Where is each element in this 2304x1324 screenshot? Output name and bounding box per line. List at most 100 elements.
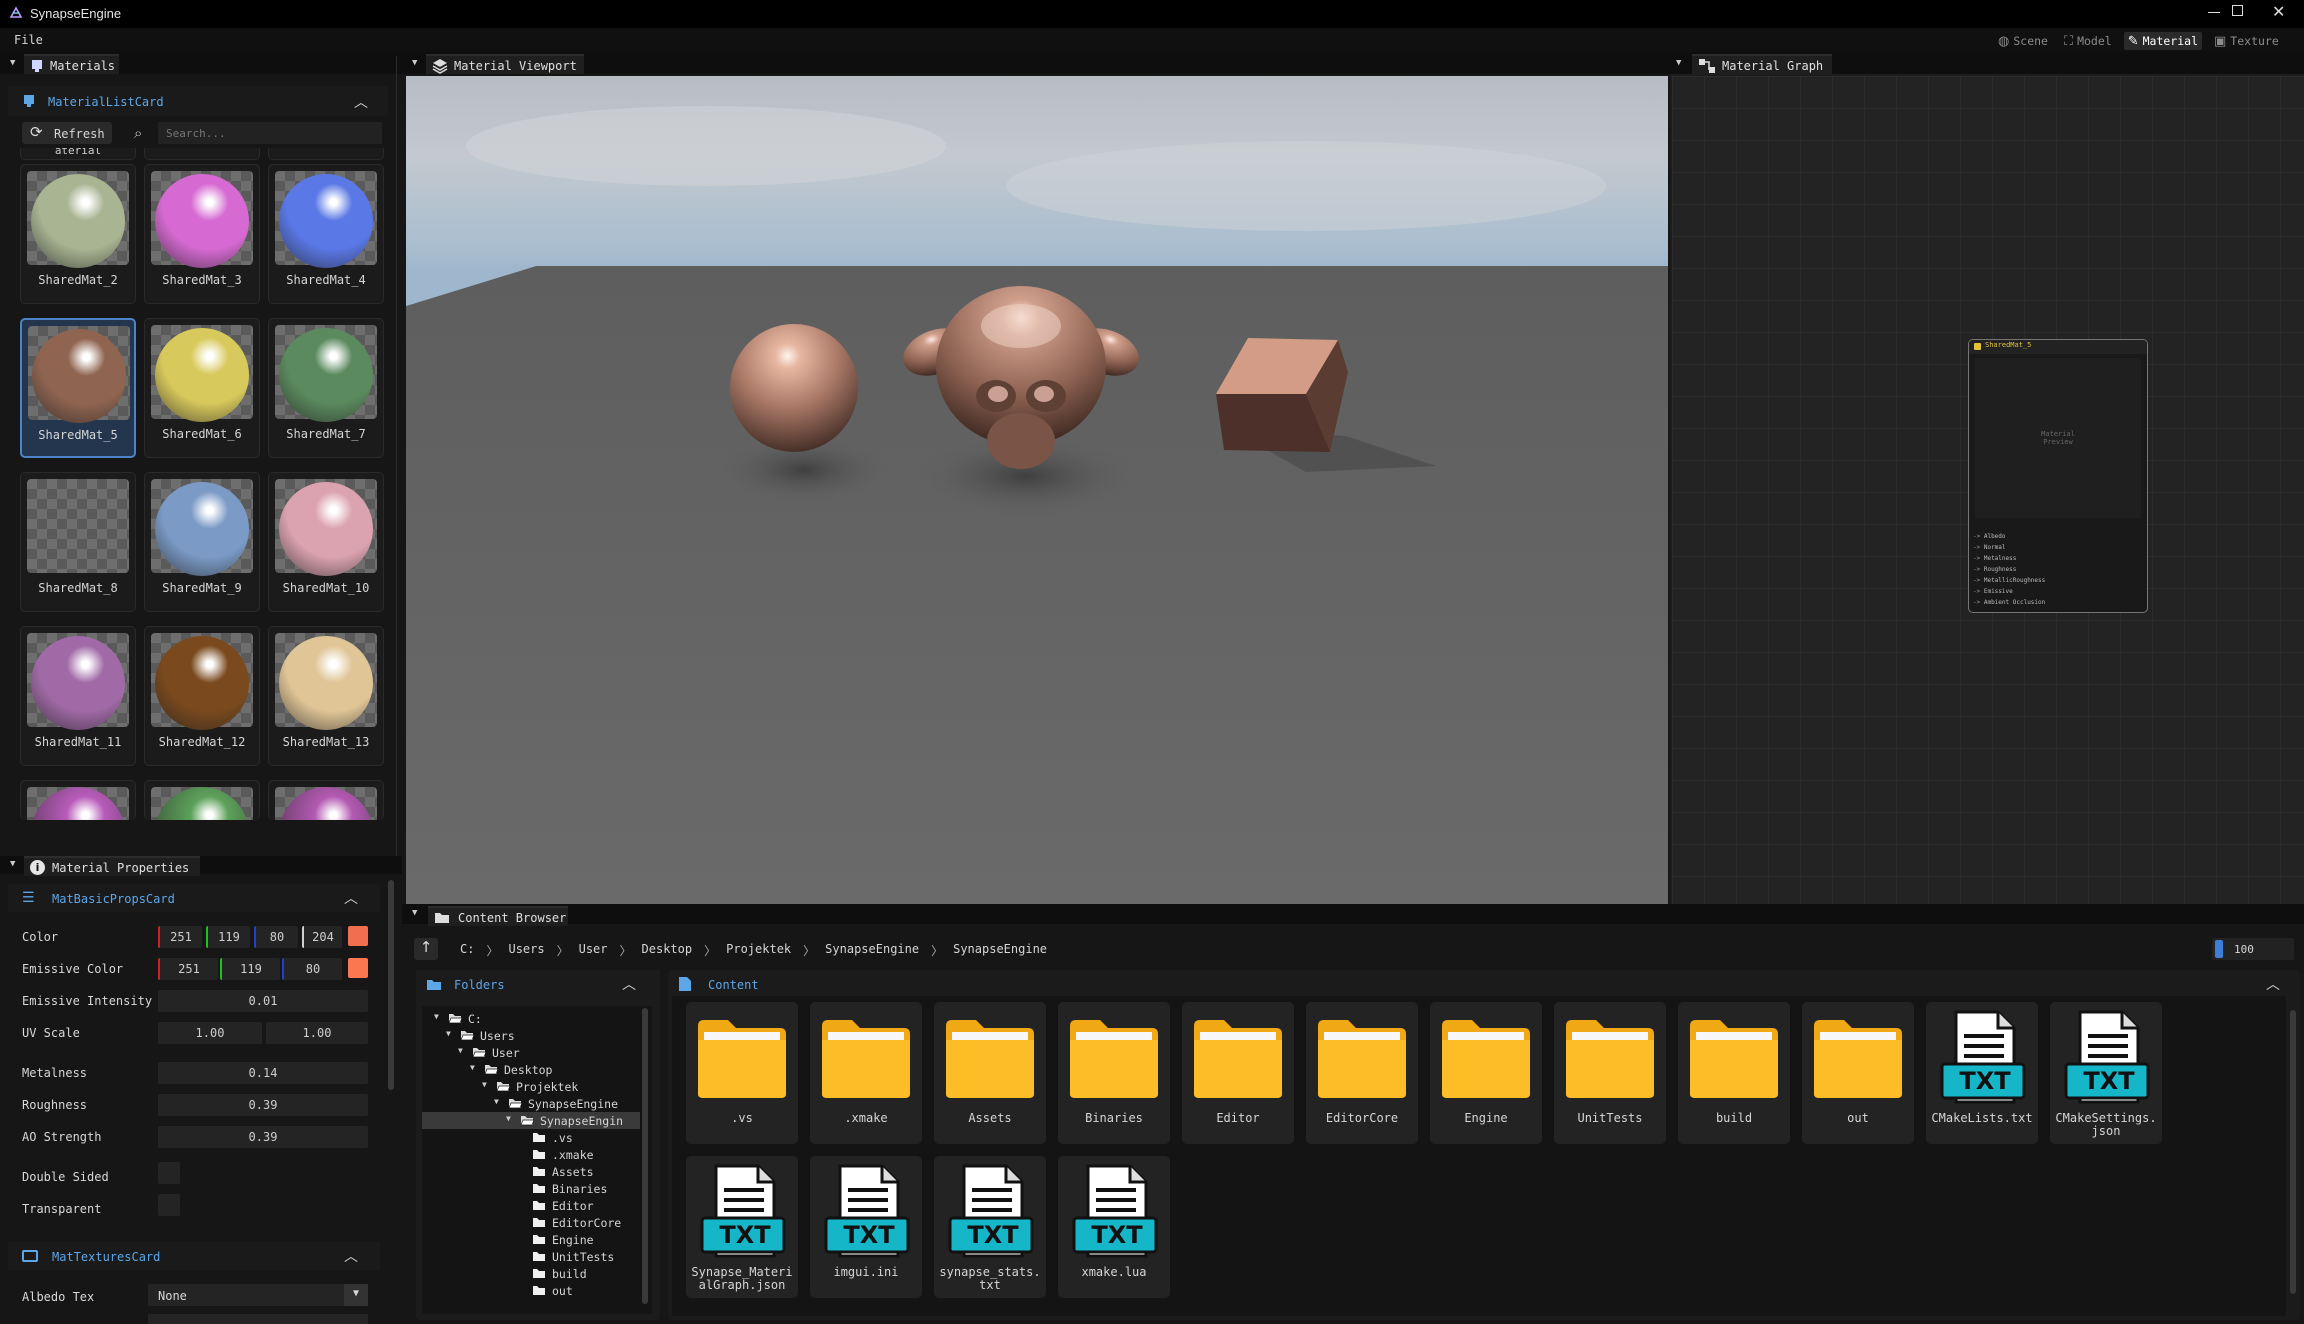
- mode-tab-texture[interactable]: ▣ Texture: [2210, 32, 2283, 50]
- content-folder-item[interactable]: EditorCore: [1306, 1002, 1418, 1144]
- color-r-field[interactable]: 251: [158, 926, 202, 948]
- chevron-up-icon[interactable]: ︿: [354, 92, 368, 112]
- tree-expand-icon[interactable]: ▼: [506, 1114, 511, 1123]
- maximize-button[interactable]: [2232, 5, 2246, 19]
- uv-scale-v-field[interactable]: 1.00: [266, 1022, 368, 1044]
- folder-tree-item[interactable]: ▼ Projektek: [422, 1078, 640, 1095]
- breadcrumb-item[interactable]: User: [569, 942, 620, 960]
- content-folder-item[interactable]: .xmake: [810, 1002, 922, 1144]
- chevron-up-icon[interactable]: ︿: [622, 974, 636, 994]
- breadcrumb-item[interactable]: C:: [450, 942, 486, 960]
- folder-tree-item[interactable]: build: [422, 1265, 640, 1282]
- content-folder-item[interactable]: .vs: [686, 1002, 798, 1144]
- material-tile[interactable]: SharedMat_7: [268, 318, 384, 458]
- content-file-item[interactable]: TXT CMakeLists.txt: [1926, 1002, 2038, 1144]
- material-search-input[interactable]: [158, 122, 382, 144]
- folder-tree-item[interactable]: ▼ User: [422, 1044, 640, 1061]
- chevron-up-icon[interactable]: ︿: [2266, 974, 2280, 994]
- folder-tree-item[interactable]: ▼ Desktop: [422, 1061, 640, 1078]
- folder-tree-item[interactable]: Binaries: [422, 1180, 640, 1197]
- material-tile[interactable]: SharedMat_5: [20, 318, 136, 458]
- chevron-up-icon[interactable]: ︿: [344, 888, 358, 908]
- breadcrumb-item[interactable]: Projektek: [716, 942, 803, 960]
- tree-expand-icon[interactable]: ▼: [470, 1063, 475, 1072]
- material-tile[interactable]: SharedMat_9: [144, 472, 260, 612]
- material-tile[interactable]: SharedMat_6: [144, 318, 260, 458]
- breadcrumb-item[interactable]: Desktop: [632, 942, 705, 960]
- menu-file[interactable]: File: [14, 33, 43, 47]
- content-file-item[interactable]: TXT xmake.lua: [1058, 1156, 1170, 1298]
- folder-tree-item[interactable]: ▼ SynapseEngine: [422, 1095, 640, 1112]
- basic-props-card-header[interactable]: ☰ MatBasicPropsCard ︿: [8, 884, 380, 912]
- chevron-up-icon[interactable]: ︿: [344, 1246, 358, 1266]
- properties-scrollbar[interactable]: [388, 880, 394, 1090]
- tree-expand-icon[interactable]: ▼: [446, 1029, 451, 1038]
- node-port[interactable]: -> Albedo: [1973, 531, 2045, 542]
- material-tile[interactable]: SharedMat_12: [144, 626, 260, 766]
- material-tile[interactable]: SharedMat_2: [20, 164, 136, 304]
- material-tile-partial[interactable]: [268, 780, 384, 820]
- breadcrumb-item[interactable]: Users: [498, 942, 556, 960]
- material-tile[interactable]: SharedMat_8: [20, 472, 136, 612]
- tab-materials[interactable]: Materials: [24, 54, 119, 74]
- emissive-intensity-slider[interactable]: 0.01: [158, 990, 368, 1012]
- content-folder-item[interactable]: Binaries: [1058, 1002, 1170, 1144]
- folder-tree-item[interactable]: Engine: [422, 1231, 640, 1248]
- content-file-item[interactable]: TXT synapse_stats. txt: [934, 1156, 1046, 1298]
- node-port[interactable]: -> Emissive: [1973, 586, 2045, 597]
- folder-tree-item[interactable]: .vs: [422, 1129, 640, 1146]
- node-port[interactable]: -> Metalness: [1973, 553, 2045, 564]
- folder-tree-item[interactable]: ▼ Users: [422, 1027, 640, 1044]
- folder-tree-item[interactable]: ▼ C:: [422, 1010, 640, 1027]
- folder-tree-scrollbar[interactable]: [642, 1008, 648, 1304]
- tab-material-graph[interactable]: Material Graph: [1692, 54, 1832, 74]
- breadcrumb-item[interactable]: SynapseEngine: [943, 942, 1059, 960]
- content-file-item[interactable]: TXT CMakeSettings. json: [2050, 1002, 2162, 1144]
- collapse-arrow-icon[interactable]: ▼: [412, 58, 417, 68]
- collapse-arrow-icon[interactable]: ▼: [1676, 58, 1681, 68]
- color-a-field[interactable]: 204: [302, 926, 342, 948]
- collapse-arrow-icon[interactable]: ▼: [10, 859, 15, 869]
- emissive-g-field[interactable]: 119: [220, 958, 280, 980]
- node-port[interactable]: -> Ambient Occlusion: [1973, 597, 2045, 608]
- content-file-item[interactable]: TXT imgui.ini: [810, 1156, 922, 1298]
- emissive-b-field[interactable]: 80: [282, 958, 342, 980]
- content-folder-item[interactable]: build: [1678, 1002, 1790, 1144]
- material-tile[interactable]: SharedMat_4: [268, 164, 384, 304]
- material-tile[interactable]: SharedMat_3: [144, 164, 260, 304]
- material-output-node[interactable]: SharedMat_5 Material Preview -> Albedo ->…: [1968, 339, 2148, 613]
- color-g-field[interactable]: 119: [206, 926, 250, 948]
- material-tile[interactable]: SharedMat_10: [268, 472, 384, 612]
- tree-expand-icon[interactable]: ▼: [458, 1046, 463, 1055]
- node-port[interactable]: -> MetallicRoughness: [1973, 575, 2045, 586]
- mode-tab-material[interactable]: ✎ Material: [2123, 32, 2202, 50]
- material-tile[interactable]: SharedMat_11: [20, 626, 136, 766]
- metalness-slider[interactable]: 0.14: [158, 1062, 368, 1084]
- viewport-canvas[interactable]: [406, 76, 1668, 904]
- folder-tree-item[interactable]: UnitTests: [422, 1248, 640, 1265]
- tree-expand-icon[interactable]: ▼: [482, 1080, 487, 1089]
- tree-expand-icon[interactable]: ▼: [434, 1012, 439, 1021]
- material-tile-partial[interactable]: [20, 780, 136, 820]
- tree-expand-icon[interactable]: ▼: [494, 1097, 499, 1106]
- mode-tab-model[interactable]: ⛶ Model: [2060, 32, 2116, 50]
- content-folder-item[interactable]: Assets: [934, 1002, 1046, 1144]
- mode-tab-scene[interactable]: ◍ Scene: [1994, 32, 2052, 50]
- zoom-slider-knob[interactable]: [2215, 940, 2224, 958]
- tab-material-viewport[interactable]: Material Viewport: [426, 54, 584, 74]
- content-folder-item[interactable]: out: [1802, 1002, 1914, 1144]
- ao-strength-slider[interactable]: 0.39: [158, 1126, 368, 1148]
- refresh-button[interactable]: ⟳ Refresh: [22, 122, 112, 144]
- content-file-item[interactable]: TXT Synapse_Materi alGraph.json: [686, 1156, 798, 1298]
- content-folder-item[interactable]: UnitTests: [1554, 1002, 1666, 1144]
- content-folder-item[interactable]: Engine: [1430, 1002, 1542, 1144]
- zoom-slider[interactable]: 100: [2212, 938, 2294, 960]
- folder-tree-item[interactable]: ▼ SynapseEngin: [422, 1112, 640, 1129]
- content-scrollbar[interactable]: [2290, 1010, 2296, 1294]
- color-b-field[interactable]: 80: [254, 926, 298, 948]
- tab-material-properties[interactable]: i Material Properties: [24, 856, 200, 876]
- chevron-down-icon[interactable]: ▼: [344, 1284, 368, 1306]
- collapse-arrow-icon[interactable]: ▼: [10, 58, 15, 68]
- folder-tree-item[interactable]: out: [422, 1282, 640, 1299]
- minimize-button[interactable]: [2208, 5, 2222, 19]
